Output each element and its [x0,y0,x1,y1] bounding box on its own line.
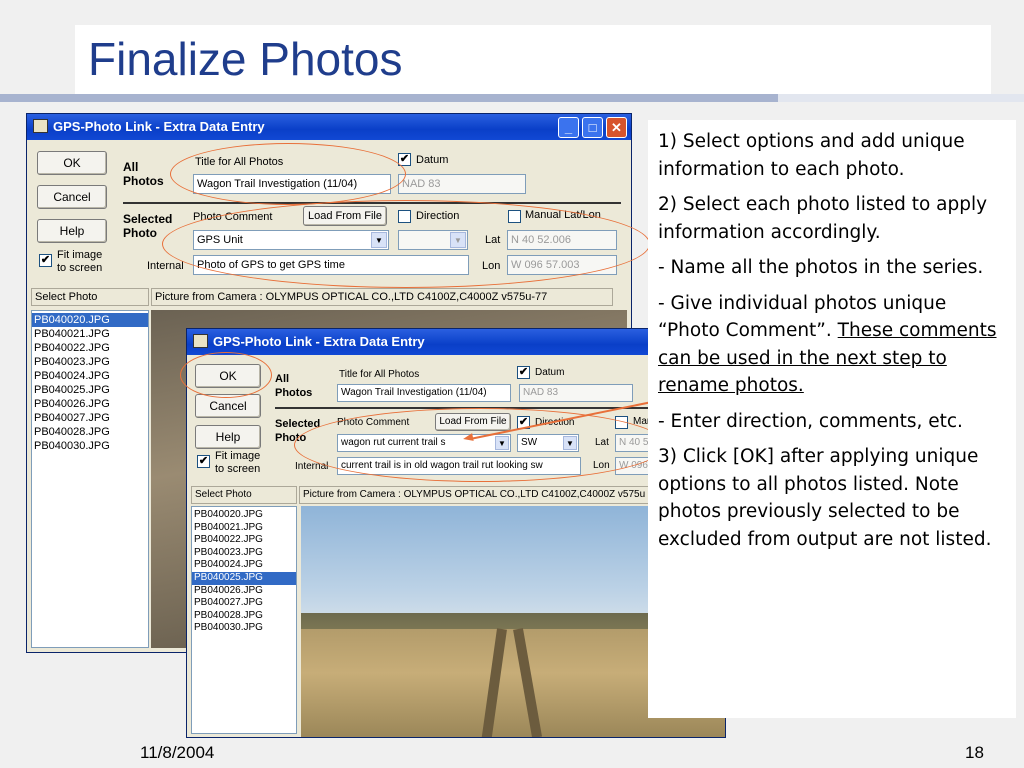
ok-button[interactable]: OK [37,151,107,175]
photo-list[interactable]: PB040020.JPG PB040021.JPG PB040022.JPG PB04… [191,506,297,734]
window-title: GPS-Photo Link - Extra Data Entry [213,334,425,349]
instruction-notes: 1) Select options and add unique informa… [648,120,1016,718]
select-photo-header: Select Photo [31,288,149,306]
internal-label: Internal [147,260,184,272]
picture-header: Picture from Camera : OLYMPUS OPTICAL CO… [151,288,613,306]
list-item[interactable]: PB040025.JPG [32,383,148,397]
window-titlebar[interactable]: GPS-Photo Link - Extra Data Entry _ □ ✕ [27,114,631,140]
title-all-label: Title for All Photos [339,369,420,380]
datum-checkbox[interactable]: ✔ [517,366,530,379]
select-photo-header: Select Photo [191,486,297,504]
list-item[interactable]: PB040030.JPG [32,439,148,453]
list-item[interactable]: PB040023.JPG [192,547,296,560]
note-photo-comment: - Give individual photos unique “Photo C… [658,290,1006,400]
title-all-input[interactable]: Wagon Trail Investigation (11/04) [337,384,511,402]
list-item[interactable]: PB040022.JPG [32,341,148,355]
window-titlebar[interactable]: GPS-Photo Link - Extra Data Entry [187,329,725,355]
all-photos-label: All Photos [275,373,313,399]
note-direction: - Enter direction, comments, etc. [658,410,963,432]
annotation-oval [180,352,272,398]
footer-date: 11/8/2004 [140,743,215,762]
fit-image-checkbox[interactable]: ✔ [197,455,210,468]
title-rule-light [778,94,1024,102]
app-icon [33,119,48,133]
annotation-oval [294,408,666,482]
list-item[interactable]: PB040021.JPG [32,327,148,341]
list-item[interactable]: PB040025.JPG [192,571,296,585]
list-item[interactable]: PB040020.JPG [192,509,296,522]
title-rule [0,94,778,102]
datum-input[interactable]: NAD 83 [398,174,526,194]
fit-image-checkbox[interactable]: ✔ [39,254,52,267]
extra-data-entry-window-front: GPS-Photo Link - Extra Data Entry OK Can… [186,328,726,738]
list-item[interactable]: PB040021.JPG [192,522,296,535]
datum-input[interactable]: NAD 83 [519,384,633,402]
note-step-2: 2) Select each photo listed to apply inf… [658,194,988,243]
list-item[interactable]: PB040026.JPG [32,397,148,411]
note-name-photos: - Name all the photos in the series. [658,257,984,278]
app-icon [193,334,208,348]
list-item[interactable]: PB040028.JPG [192,610,296,623]
annotation-oval [170,143,406,205]
photo-list[interactable]: PB040020.JPG PB040021.JPG PB040022.JPG PB04… [31,310,149,648]
datum-label: Datum [416,154,449,166]
window-title: GPS-Photo Link - Extra Data Entry [53,119,265,134]
maximize-icon[interactable]: □ [582,117,603,138]
annotation-oval [162,200,650,288]
fit-image-label: Fit image to screen [57,249,103,274]
fit-image-label: Fit image to screen [215,450,261,475]
list-item[interactable]: PB040028.JPG [32,425,148,439]
help-button[interactable]: Help [195,425,261,449]
list-item[interactable]: PB040022.JPG [192,534,296,547]
minimize-icon[interactable]: _ [558,117,579,138]
list-item[interactable]: PB040024.JPG [32,369,148,383]
list-item[interactable]: PB040026.JPG [192,585,296,598]
datum-label: Datum [535,367,565,378]
list-item[interactable]: PB040027.JPG [192,597,296,610]
list-item[interactable]: PB040023.JPG [32,355,148,369]
slide-title: Finalize Photos [88,33,403,85]
page-number: 18 [965,743,984,762]
list-item[interactable]: PB040030.JPG [192,622,296,635]
help-button[interactable]: Help [37,219,107,243]
cancel-button[interactable]: Cancel [37,185,107,209]
list-item[interactable]: PB040024.JPG [192,559,296,572]
list-item[interactable]: PB040020.JPG [32,313,148,327]
list-item[interactable]: PB040027.JPG [32,411,148,425]
note-step-1: 1) Select options and add unique informa… [658,131,965,180]
close-icon[interactable]: ✕ [606,117,627,138]
note-step-3: 3) Click [OK] after applying unique opti… [658,446,992,550]
all-photos-label: All Photos [123,160,164,188]
